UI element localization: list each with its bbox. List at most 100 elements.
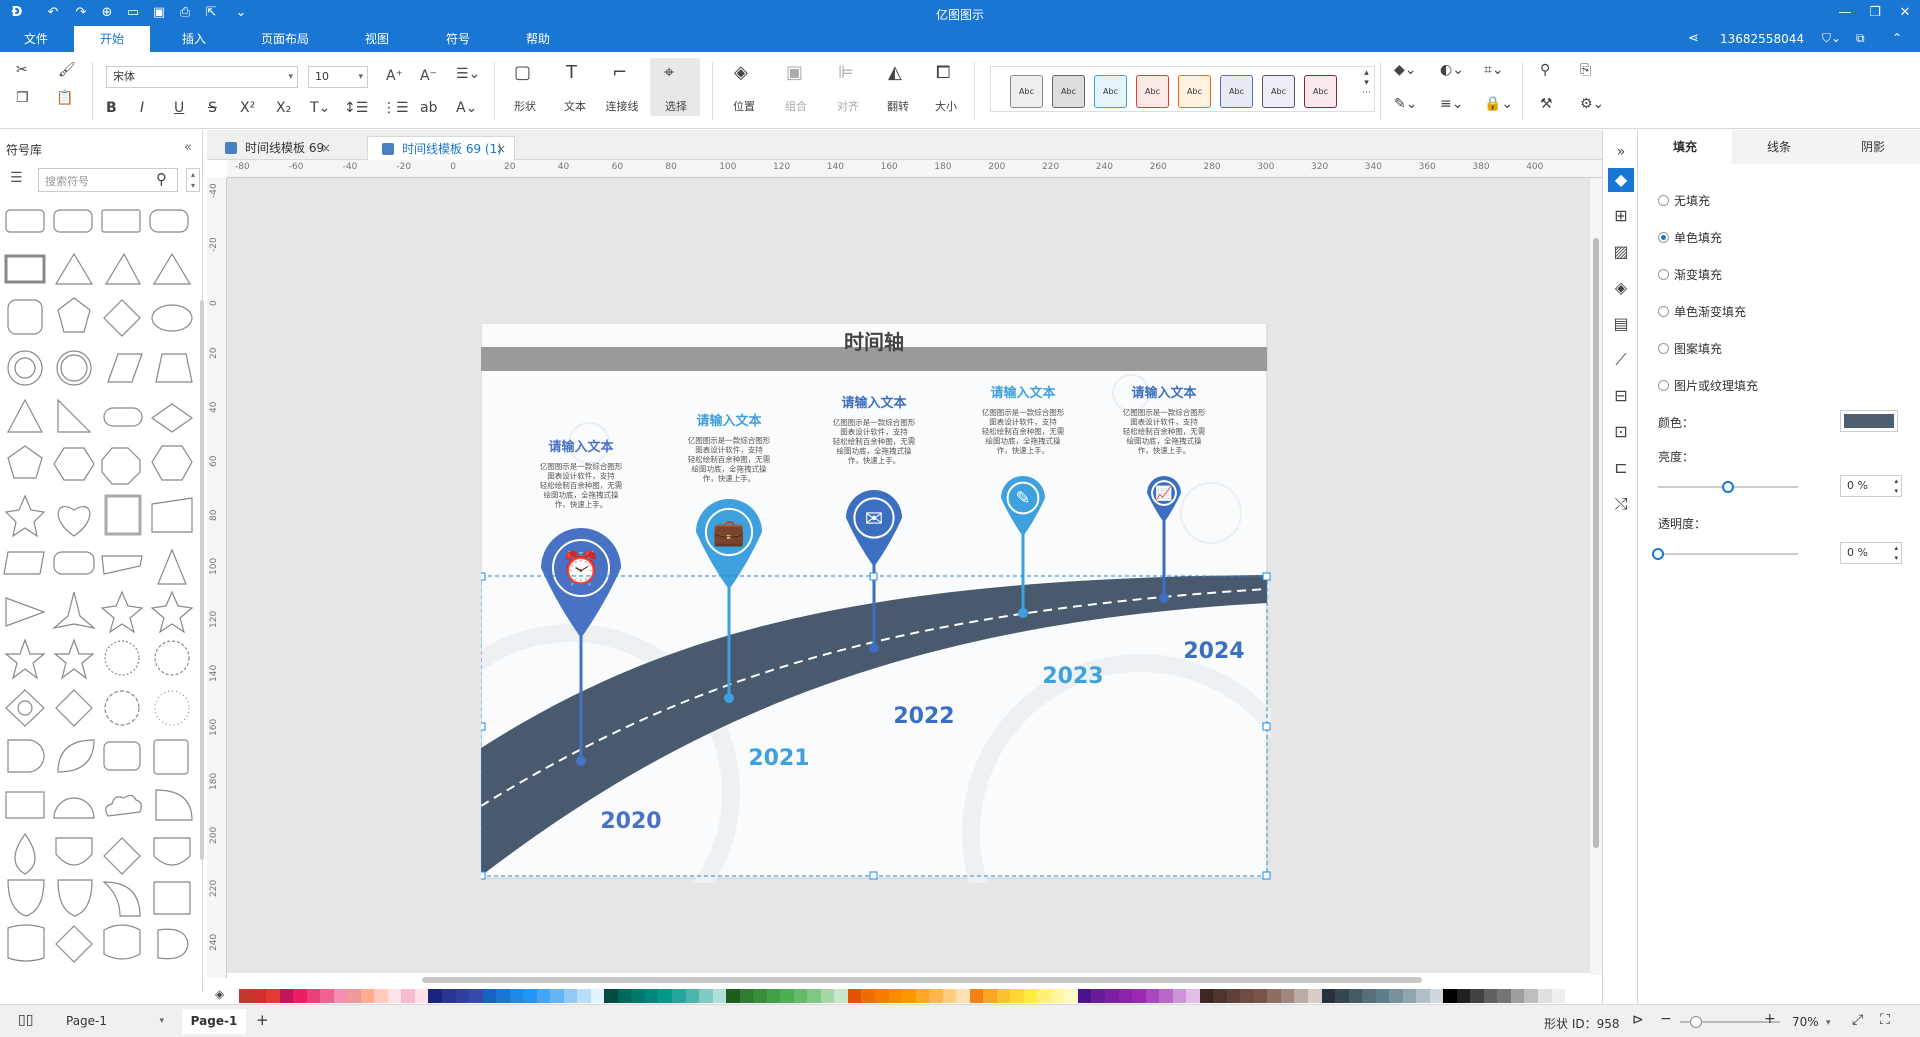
milestone-body-line[interactable]: 图表设计软件，支持 bbox=[695, 445, 763, 455]
milestone-body-line[interactable]: 图表设计软件，支持 bbox=[840, 427, 908, 437]
color-swatch[interactable] bbox=[929, 989, 943, 1003]
brightness-slider-knob[interactable] bbox=[1722, 481, 1734, 493]
align-icon[interactable]: ⊫ bbox=[838, 62, 854, 83]
color-swatch[interactable] bbox=[617, 989, 632, 1003]
tab-template-69-1[interactable]: 时间线模板 69 (1) × bbox=[367, 136, 515, 160]
font-family-select[interactable]: 宋体 ▾ bbox=[106, 66, 298, 88]
color-swatch[interactable] bbox=[861, 989, 875, 1003]
color-swatch[interactable] bbox=[266, 989, 280, 1003]
search-scroll-button[interactable]: ▴ ▾ bbox=[186, 168, 200, 192]
cut-icon[interactable]: ✂ bbox=[16, 62, 28, 78]
size-icon[interactable]: ⧠ bbox=[936, 62, 950, 83]
tab-shadow[interactable]: 阴影 bbox=[1826, 130, 1920, 164]
fit-page-icon[interactable]: ⤢ bbox=[1852, 1012, 1863, 1028]
milestone-year[interactable]: 2020 bbox=[600, 809, 661, 834]
milestone-body-line[interactable]: 轻松绘制百余种图，无需 bbox=[833, 436, 916, 446]
color-swatch[interactable] bbox=[1348, 989, 1363, 1003]
milestone-body-line[interactable]: 作，快速上手。 bbox=[848, 455, 901, 465]
color-swatch[interactable] bbox=[996, 989, 1011, 1003]
fill-option-pattern[interactable]: 图案填充 bbox=[1658, 340, 1722, 357]
milestone-body-line[interactable]: 亿图图示是一款综合图形 bbox=[1123, 407, 1206, 417]
connector-tool-label[interactable]: 连接线 bbox=[602, 98, 642, 114]
line-spacing-icon[interactable]: ↕☰ bbox=[344, 100, 368, 116]
color-swatch[interactable] bbox=[874, 989, 889, 1003]
color-swatch[interactable] bbox=[347, 989, 361, 1003]
tools-icon[interactable]: ⚒ bbox=[1540, 96, 1553, 112]
symbol-grid[interactable] bbox=[0, 200, 200, 990]
fill-option-solid-gradient[interactable]: 单色渐变填充 bbox=[1658, 303, 1746, 320]
fill-option-picture[interactable]: 图片或纹理填充 bbox=[1658, 377, 1758, 394]
color-swatch[interactable] bbox=[712, 989, 727, 1003]
color-swatch[interactable] bbox=[685, 989, 700, 1003]
color-swatch[interactable] bbox=[1023, 989, 1038, 1003]
image-icon[interactable]: ▨ bbox=[1609, 240, 1633, 264]
color-swatch[interactable] bbox=[604, 989, 618, 1003]
position-icon[interactable]: ◈ bbox=[734, 62, 748, 83]
bold-icon[interactable]: B bbox=[106, 100, 117, 116]
expand-panel-icon[interactable]: » bbox=[1609, 140, 1633, 164]
account-phone[interactable]: 13682558044 bbox=[1720, 32, 1804, 46]
color-swatch[interactable] bbox=[672, 989, 686, 1003]
style-sample-6[interactable]: Abc bbox=[1220, 75, 1253, 108]
theme-icon[interactable]: ◐⌄ bbox=[1440, 62, 1464, 78]
style-sample-8[interactable]: Abc bbox=[1304, 75, 1337, 108]
menu-insert[interactable]: 插入 bbox=[160, 26, 228, 52]
brightness-input[interactable]: 0 % ▴ ▾ bbox=[1840, 475, 1902, 497]
color-swatch[interactable] bbox=[1510, 989, 1525, 1003]
color-swatch[interactable] bbox=[1294, 989, 1308, 1003]
milestone-heading[interactable]: 请输入文本 bbox=[696, 413, 761, 429]
font-shrink-icon[interactable]: A⁻ bbox=[420, 68, 437, 84]
close-button[interactable]: ✕ bbox=[1890, 3, 1920, 23]
presentation-icon[interactable]: ⊏ bbox=[1609, 456, 1633, 480]
color-swatch[interactable] bbox=[509, 989, 524, 1003]
replace-icon[interactable]: ⎘ bbox=[1580, 62, 1591, 78]
color-swatch[interactable] bbox=[1213, 989, 1227, 1003]
color-swatch[interactable] bbox=[320, 989, 334, 1003]
color-swatch[interactable] bbox=[482, 989, 497, 1003]
color-swatch[interactable] bbox=[590, 989, 605, 1003]
alarm-clock-icon[interactable]: ⏰ bbox=[561, 549, 601, 587]
color-swatch[interactable] bbox=[523, 989, 537, 1003]
fill-bucket-icon[interactable]: ◈ bbox=[215, 987, 224, 1001]
color-swatch[interactable] bbox=[293, 989, 307, 1003]
position-label[interactable]: 位置 bbox=[726, 98, 762, 114]
color-swatch[interactable] bbox=[969, 989, 984, 1003]
color-swatch[interactable] bbox=[536, 989, 551, 1003]
share-icon[interactable]: ⋖ bbox=[1688, 31, 1699, 46]
chart-data-icon[interactable]: ⟋ bbox=[1609, 348, 1633, 372]
superscript-icon[interactable]: X² bbox=[240, 100, 255, 116]
color-swatch[interactable] bbox=[902, 989, 916, 1003]
color-swatch[interactable] bbox=[1132, 989, 1146, 1003]
fill-option-none[interactable]: 无填充 bbox=[1658, 192, 1710, 209]
color-swatch[interactable] bbox=[1456, 989, 1471, 1003]
color-swatch[interactable] bbox=[1159, 989, 1173, 1003]
font-grow-icon[interactable]: A⁺ bbox=[386, 68, 403, 84]
color-swatch[interactable] bbox=[1429, 989, 1444, 1003]
color-swatch[interactable] bbox=[1172, 989, 1187, 1003]
color-swatch[interactable] bbox=[469, 989, 483, 1003]
horizontal-scrollbar[interactable] bbox=[422, 977, 1422, 983]
radio-gradient[interactable] bbox=[1658, 269, 1669, 280]
add-page-icon[interactable]: + bbox=[256, 1011, 269, 1029]
minimize-button[interactable]: — bbox=[1830, 3, 1860, 23]
zoom-out-icon[interactable]: − bbox=[1660, 1011, 1672, 1027]
color-swatch[interactable] bbox=[658, 989, 672, 1003]
radio-solid[interactable] bbox=[1658, 232, 1669, 243]
restore-button[interactable]: ❐ bbox=[1860, 3, 1890, 23]
fill-option-solid[interactable]: 单色填充 bbox=[1658, 229, 1722, 246]
menu-view[interactable]: 视图 bbox=[340, 26, 414, 52]
timeline-diagram[interactable]: 时间轴 ⏰请输入文本亿图图示是一款综合图形图表设计软件，支持轻松绘制百余种图，无… bbox=[481, 323, 1271, 883]
milestone-body-line[interactable]: 绘图功底，全拖拽式操 bbox=[1127, 436, 1202, 446]
milestone-body-line[interactable]: 轻松绘制百余种图，无需 bbox=[1123, 426, 1206, 436]
ribbon-collapse-icon[interactable]: ⌃ bbox=[1892, 31, 1902, 45]
milestone-body-line[interactable]: 作，快速上手。 bbox=[555, 499, 608, 509]
select-tool-label[interactable]: 选择 bbox=[656, 98, 696, 114]
style-sample-4[interactable]: Abc bbox=[1136, 75, 1169, 108]
style-sample-7[interactable]: Abc bbox=[1262, 75, 1295, 108]
vertical-scroll-thumb[interactable] bbox=[1593, 238, 1599, 848]
layers-icon[interactable]: ◈ bbox=[1609, 276, 1633, 300]
milestone-heading[interactable]: 请输入文本 bbox=[841, 395, 906, 411]
font-color-icon[interactable]: A⌄ bbox=[456, 100, 477, 116]
strikethrough-icon[interactable]: S bbox=[208, 100, 217, 116]
text-tool-icon[interactable]: T bbox=[566, 62, 577, 83]
